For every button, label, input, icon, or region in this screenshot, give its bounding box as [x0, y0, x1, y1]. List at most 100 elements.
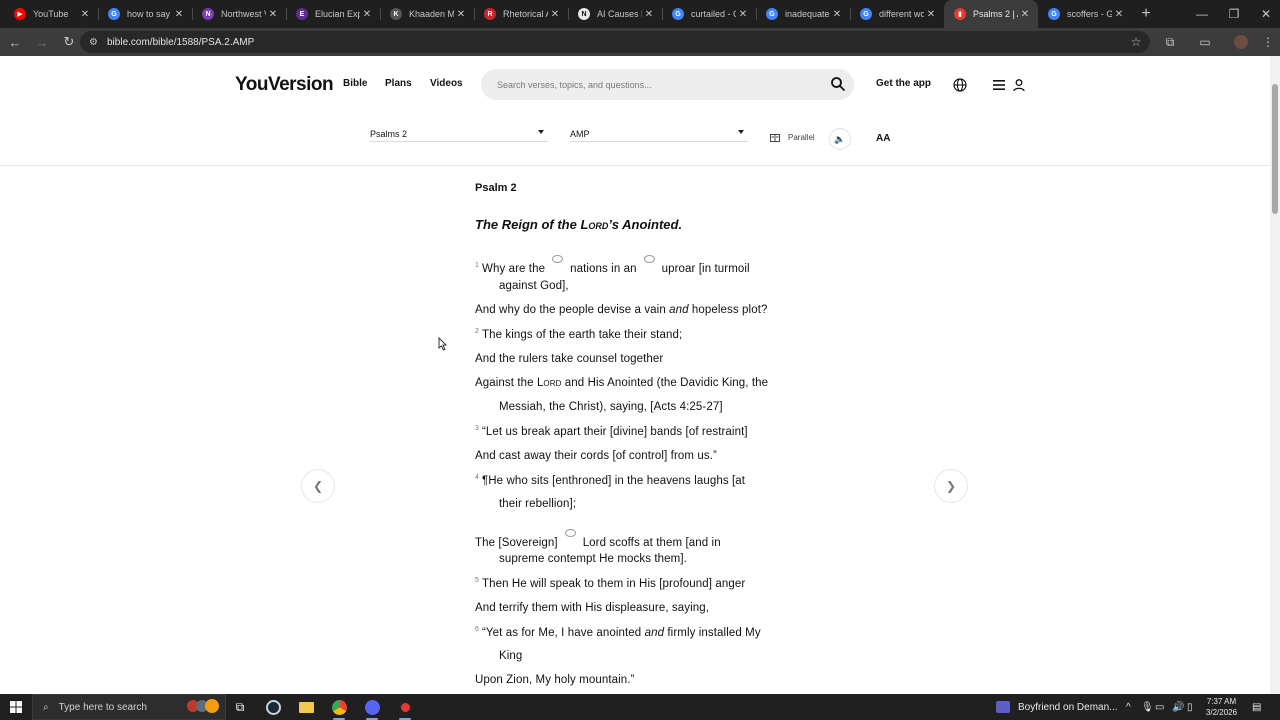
parallel-icon [770, 133, 780, 142]
globe-icon[interactable] [951, 76, 969, 94]
footnote-icon[interactable] [564, 529, 576, 537]
tab-close-icon[interactable]: ✕ [736, 9, 750, 20]
verse-line: 5 Then He will speak to them in His [prof… [475, 577, 746, 590]
tab-close-icon[interactable]: ✕ [924, 9, 938, 20]
microphone-icon[interactable]: 🎙 [1141, 694, 1154, 720]
scrollbar-thumb[interactable] [1272, 84, 1278, 214]
restore-icon[interactable]: ❐ [1218, 0, 1250, 28]
tab-close-icon[interactable]: ✕ [1018, 9, 1032, 20]
verse-number: 2 [475, 328, 479, 335]
chevron-down-icon [538, 130, 544, 134]
taskbar-search-box[interactable]: ⌕ Type here to search [32, 694, 226, 720]
chevron-right-icon: ❯ [945, 479, 957, 493]
tab-close-icon[interactable]: ✕ [360, 9, 374, 20]
book-chapter-selector[interactable]: Psalms 2 [370, 126, 548, 142]
tab-close-icon[interactable]: ✕ [830, 9, 844, 20]
network-icon[interactable]: ▭ [1155, 694, 1164, 720]
nav-plans[interactable]: Plans [385, 78, 412, 89]
verse-line: The [Sovereign] Lord scoffs at them [and … [475, 529, 721, 549]
chrome-taskbar-icon[interactable] [328, 697, 350, 720]
footnote-icon[interactable] [552, 255, 564, 263]
tab-title: Rhetorical A [503, 9, 548, 19]
verse-line: And the rulers take counsel together [475, 353, 664, 365]
browser-tab[interactable]: Gcurtailed - G ✕ [662, 0, 756, 28]
browser-tab[interactable]: ▮ Psalms 2 | Al✕ [944, 0, 1038, 28]
browser-tab[interactable]: Gscoffers - Go✕ [1038, 0, 1132, 28]
user-account-icon[interactable] [1010, 76, 1028, 94]
chrome-profile-icon[interactable] [394, 697, 416, 720]
nav-bible[interactable]: Bible [343, 78, 367, 89]
browser-tab[interactable]: K Khaaden Ma✕ [380, 0, 474, 28]
media-title: Boyfriend on Deman... [1018, 701, 1118, 713]
tab-close-icon[interactable]: ✕ [548, 9, 562, 20]
get-the-app-link[interactable]: Get the app [876, 78, 931, 89]
verse-line: Against the Lord and His Anointed (the D… [475, 377, 769, 389]
media-notification[interactable]: Boyfriend on Deman... [996, 694, 1118, 720]
site-header: YouVersion Bible Plans Videos Get the ap… [0, 56, 1270, 166]
profile-avatar[interactable] [1229, 30, 1253, 54]
verse-number: 3 [475, 425, 479, 432]
minimize-icon[interactable]: — [1186, 0, 1218, 28]
steam-icon[interactable] [262, 697, 284, 717]
verse-line: 2 The kings of the earth take their stand… [475, 328, 683, 341]
tab-title: Elucian Expe [315, 9, 360, 19]
bookmark-star-icon[interactable]: ☆ [1124, 30, 1148, 54]
back-icon[interactable]: ← [3, 30, 27, 54]
page-scrollbar[interactable] [1270, 56, 1280, 694]
site-info-icon[interactable]: ⚙ [89, 37, 101, 48]
font-settings-button[interactable]: AA [876, 133, 890, 144]
chevron-down-icon [738, 130, 744, 134]
nav-videos[interactable]: Videos [430, 78, 463, 89]
search-icon[interactable] [830, 76, 846, 92]
tab-title: curtailed - G [691, 9, 736, 19]
windows-taskbar: ⌕ Type here to search ⧉ Boyfriend on Dem… [0, 694, 1280, 720]
search-bar [481, 69, 854, 100]
notion-icon: N [578, 8, 590, 20]
browser-tab[interactable]: Ghow to say n✕ [98, 0, 192, 28]
version-value: AMP [570, 128, 590, 139]
tab-close-icon[interactable]: ✕ [642, 9, 656, 20]
tab-close-icon[interactable]: ✕ [78, 9, 92, 20]
mouse-cursor-icon [438, 337, 447, 351]
menu-kebab-icon[interactable]: ⋮ [1256, 30, 1280, 54]
discord-icon[interactable] [361, 697, 383, 720]
tab-close-icon[interactable]: ✕ [266, 9, 280, 20]
battery-icon[interactable]: ▯ [1187, 694, 1193, 720]
media-app-icon [996, 701, 1010, 713]
browser-tab[interactable]: ▶ YouTube ✕ [4, 0, 98, 28]
reload-icon[interactable]: ↻ [57, 30, 81, 54]
browser-tab[interactable]: Gdifferent wo ✕ [850, 0, 944, 28]
show-hidden-icons[interactable]: ^ [1126, 694, 1131, 720]
version-selector[interactable]: AMP [570, 126, 748, 142]
next-chapter-button[interactable]: ❯ [934, 469, 968, 503]
tab-close-icon[interactable]: ✕ [172, 9, 186, 20]
system-clock[interactable]: 7:37 AM 3/2/2026 [1199, 696, 1244, 718]
address-bar[interactable]: ⚙ bible.com/bible/1588/PSA.2.AMP [80, 31, 1150, 53]
parallel-toggle[interactable]: Parallel [770, 133, 815, 142]
browser-tab[interactable]: R Rhetorical A ✕ [474, 0, 568, 28]
notification-center-icon[interactable]: ▤ [1252, 694, 1261, 720]
browser-tab[interactable]: N AI Causes Re✕ [568, 0, 662, 28]
close-window-icon[interactable]: ✕ [1250, 0, 1280, 28]
tab-close-icon[interactable]: ✕ [1112, 9, 1126, 20]
hamburger-menu-icon[interactable] [991, 76, 1009, 94]
new-tab-button[interactable]: + [1132, 0, 1160, 28]
file-explorer-icon[interactable] [295, 697, 317, 717]
previous-chapter-button[interactable]: ❮ [301, 469, 335, 503]
tab-close-icon[interactable]: ✕ [454, 9, 468, 20]
windows-start-icon[interactable] [5, 697, 27, 717]
browser-tab[interactable]: Ginadequate n✕ [756, 0, 850, 28]
extensions-icon[interactable]: ⧉ [1158, 30, 1182, 54]
footnote-icon[interactable] [643, 255, 655, 263]
task-view-icon[interactable]: ⧉ [229, 697, 251, 717]
browser-tab[interactable]: E Elucian Expe✕ [286, 0, 380, 28]
audio-play-button[interactable]: 🔈 [829, 128, 851, 150]
verse-line: supreme contempt He mocks them]. [499, 553, 687, 565]
browser-tab-strip: ▶YouTube✕Ghow to say n✕NNorthwest V✕EElu… [0, 0, 1280, 28]
youversion-logo[interactable]: YouVersion [235, 74, 334, 96]
volume-icon[interactable]: 🔊 [1172, 694, 1184, 720]
search-input[interactable] [497, 79, 817, 90]
browser-tab[interactable]: N Northwest V ✕ [192, 0, 286, 28]
forward-icon[interactable]: → [30, 30, 54, 54]
side-panel-icon[interactable]: ▭ [1193, 30, 1217, 54]
